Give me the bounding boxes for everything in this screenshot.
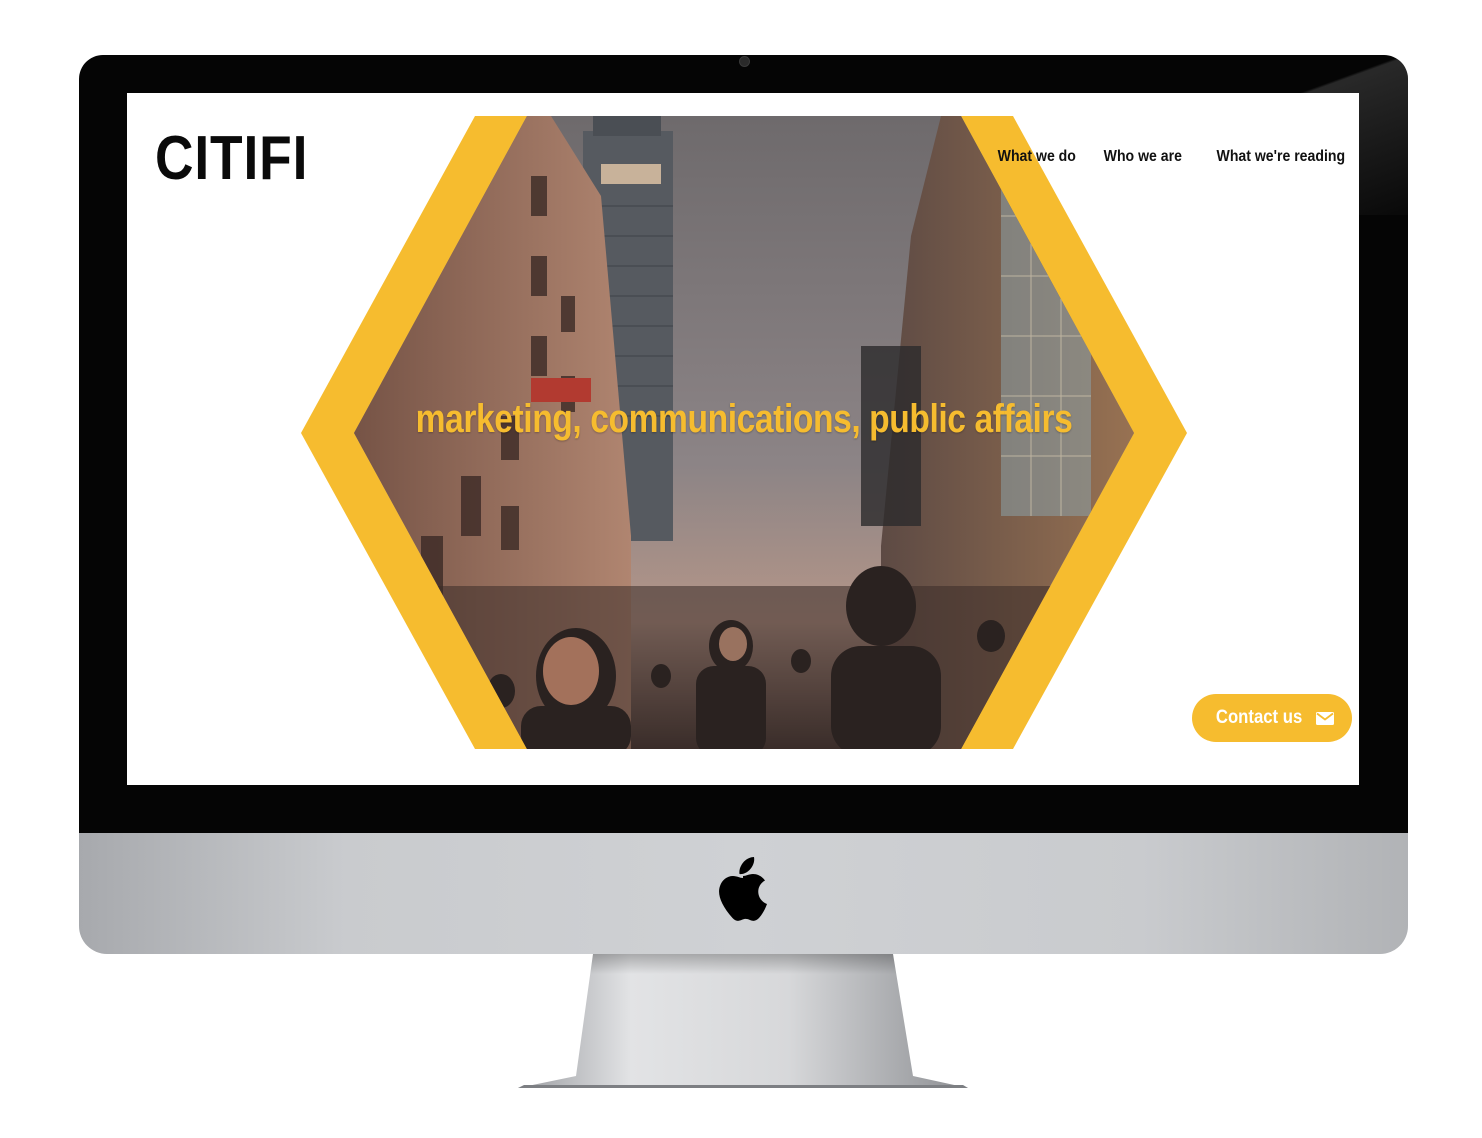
nav-who-we-are[interactable]: Who we are [1104, 148, 1182, 166]
site-logo[interactable]: CITIFI [155, 123, 308, 194]
apple-logo-icon [719, 857, 767, 921]
contact-us-label: Contact us [1215, 707, 1303, 728]
contact-us-button[interactable]: Contact us [1192, 694, 1352, 742]
website-screen: CITIFI What we do Who we are What we're … [127, 93, 1359, 785]
monitor-stand [518, 954, 968, 1088]
main-nav: What we do Who we are What we're reading [987, 148, 1345, 166]
nav-what-we-do[interactable]: What we do [998, 148, 1076, 166]
envelope-icon [1316, 711, 1335, 725]
hero-tagline: marketing, communications, public affair… [415, 397, 1073, 441]
nav-what-were-reading[interactable]: What we're reading [1216, 148, 1345, 166]
imac-mockup: CITIFI What we do Who we are What we're … [0, 0, 1482, 1138]
camera-icon [739, 56, 750, 67]
